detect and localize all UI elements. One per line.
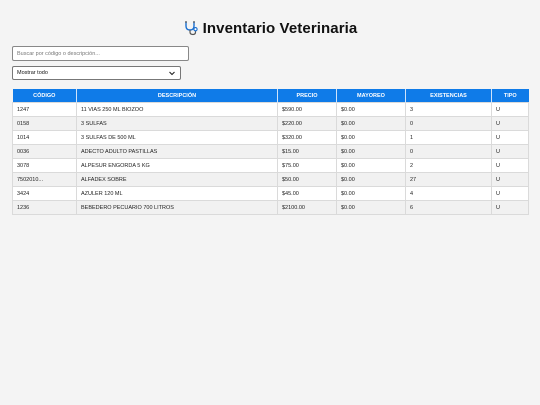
table-row[interactable]: 3424 AZULER 120 ML $45.00 $0.00 4 U	[12, 186, 529, 201]
table-row[interactable]: 7502010... ALFADEX SOBRE $50.00 $0.00 27…	[12, 172, 529, 187]
cell-precio: $590.00	[277, 102, 337, 117]
cell-mayoreo: $0.00	[336, 172, 406, 187]
cell-mayoreo: $0.00	[336, 186, 406, 201]
cell-existencias: 0	[405, 144, 492, 159]
table-row[interactable]: 0158 3 SULFAS $220.00 $0.00 0 U	[12, 116, 529, 131]
column-header-tipo[interactable]: TIPO	[491, 89, 529, 103]
cell-descripcion: 3 SULFAS DE 500 ML	[76, 130, 278, 145]
column-header-mayoreo[interactable]: MAYOREO	[336, 89, 406, 103]
cell-mayoreo: $0.00	[336, 200, 406, 215]
cell-precio: $45.00	[277, 186, 337, 201]
page-title: Inventario Veterinaria	[202, 19, 358, 37]
cell-codigo: 1014	[12, 130, 77, 145]
inventory-table: CÓDIGO DESCRIPCIÓN PRECIO MAYOREO EXISTE…	[12, 89, 529, 215]
cell-precio: $50.00	[277, 172, 337, 187]
column-header-precio[interactable]: PRECIO	[277, 89, 337, 103]
cell-precio: $320.00	[277, 130, 337, 145]
cell-mayoreo: $0.00	[336, 130, 406, 145]
cell-descripcion: ALPESUR ENGORDA 5 KG	[76, 158, 278, 173]
cell-codigo: 1247	[12, 102, 77, 117]
cell-descripcion: AZULER 120 ML	[76, 186, 278, 201]
cell-precio: $15.00	[277, 144, 337, 159]
cell-codigo: 7502010...	[12, 172, 77, 187]
cell-existencias: 27	[405, 172, 492, 187]
cell-tipo: U	[491, 130, 529, 145]
cell-existencias: 6	[405, 200, 492, 215]
filter-select[interactable]: Mostrar todo	[12, 66, 181, 80]
cell-descripcion: BEBEDERO PECUARIO 700 LITROS	[76, 200, 278, 215]
cell-descripcion: ADECTO ADULTO PASTILLAS	[76, 144, 278, 159]
cell-mayoreo: $0.00	[336, 144, 406, 159]
cell-existencias: 0	[405, 116, 492, 131]
cell-codigo: 0036	[12, 144, 77, 159]
cell-codigo: 3078	[12, 158, 77, 173]
column-header-codigo[interactable]: CÓDIGO	[12, 89, 77, 103]
cell-tipo: U	[491, 158, 529, 173]
table-row[interactable]: 1014 3 SULFAS DE 500 ML $320.00 $0.00 1 …	[12, 130, 529, 145]
cell-existencias: 1	[405, 130, 492, 145]
cell-existencias: 3	[405, 102, 492, 117]
page-header: Inventario Veterinaria	[12, 18, 528, 38]
cell-precio: $75.00	[277, 158, 337, 173]
cell-descripcion: ALFADEX SOBRE	[76, 172, 278, 187]
cell-tipo: U	[491, 144, 529, 159]
cell-precio: $2100.00	[277, 200, 337, 215]
cell-mayoreo: $0.00	[336, 102, 406, 117]
chevron-down-icon	[168, 69, 176, 77]
stethoscope-icon	[183, 20, 199, 36]
table-row[interactable]: 1247 11 VIAS 250 ML BIOZOO $590.00 $0.00…	[12, 102, 529, 117]
column-header-descripcion[interactable]: DESCRIPCIÓN	[76, 89, 278, 103]
cell-mayoreo: $0.00	[336, 116, 406, 131]
cell-tipo: U	[491, 186, 529, 201]
inventory-page: Inventario Veterinaria Mostrar todo CÓDI…	[0, 18, 540, 405]
table-row[interactable]: 3078 ALPESUR ENGORDA 5 KG $75.00 $0.00 2…	[12, 158, 529, 173]
table-row[interactable]: 1236 BEBEDERO PECUARIO 700 LITROS $2100.…	[12, 200, 529, 215]
filter-selected-label: Mostrar todo	[17, 70, 48, 76]
cell-descripcion: 11 VIAS 250 ML BIOZOO	[76, 102, 278, 117]
cell-precio: $220.00	[277, 116, 337, 131]
cell-existencias: 4	[405, 186, 492, 201]
cell-descripcion: 3 SULFAS	[76, 116, 278, 131]
cell-codigo: 0158	[12, 116, 77, 131]
table-row[interactable]: 0036 ADECTO ADULTO PASTILLAS $15.00 $0.0…	[12, 144, 529, 159]
cell-tipo: U	[491, 200, 529, 215]
cell-codigo: 1236	[12, 200, 77, 215]
cell-tipo: U	[491, 116, 529, 131]
search-input[interactable]	[12, 46, 189, 61]
cell-tipo: U	[491, 172, 529, 187]
cell-tipo: U	[491, 102, 529, 117]
table-header-row: CÓDIGO DESCRIPCIÓN PRECIO MAYOREO EXISTE…	[12, 89, 529, 103]
cell-mayoreo: $0.00	[336, 158, 406, 173]
cell-codigo: 3424	[12, 186, 77, 201]
column-header-existencias[interactable]: EXISTENCIAS	[405, 89, 492, 103]
cell-existencias: 2	[405, 158, 492, 173]
